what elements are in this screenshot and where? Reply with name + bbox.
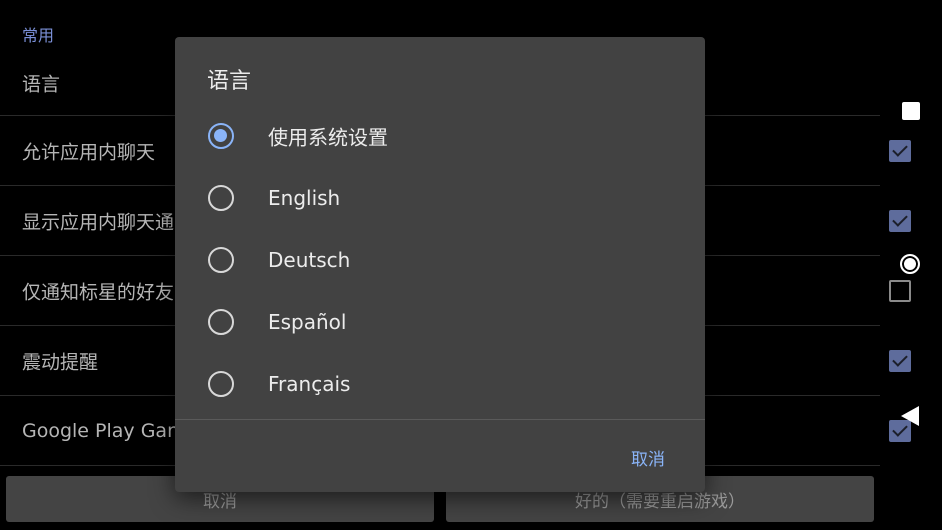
dialog-divider	[175, 419, 705, 420]
option-label: Français	[268, 372, 351, 396]
radio-unselected-icon[interactable]	[208, 309, 234, 335]
option-label: Deutsch	[268, 248, 351, 272]
language-option-system[interactable]: 使用系统设置	[175, 105, 705, 167]
option-label: 使用系统设置	[268, 125, 388, 150]
language-options: 使用系统设置 English Deutsch Español Français	[175, 105, 705, 415]
radio-unselected-icon[interactable]	[208, 371, 234, 397]
option-label: Español	[268, 310, 347, 334]
dialog-cancel-button[interactable]: 取消	[631, 445, 665, 470]
dialog-title: 语言	[207, 69, 252, 94]
language-option-english[interactable]: English	[175, 167, 705, 229]
language-option-espanol[interactable]: Español	[175, 291, 705, 353]
radio-unselected-icon[interactable]	[208, 185, 234, 211]
language-option-deutsch[interactable]: Deutsch	[175, 229, 705, 291]
option-label: English	[268, 186, 341, 210]
language-dialog: 语言 使用系统设置 English Deutsch Español França…	[175, 37, 705, 492]
language-option-francais[interactable]: Français	[175, 353, 705, 415]
radio-unselected-icon[interactable]	[208, 247, 234, 273]
screen: 常用 语言 允许应用内聊天 显示应用内聊天通 仅通知标星的好友 震动提醒 Goo…	[0, 0, 942, 530]
radio-selected-icon[interactable]	[208, 123, 234, 149]
